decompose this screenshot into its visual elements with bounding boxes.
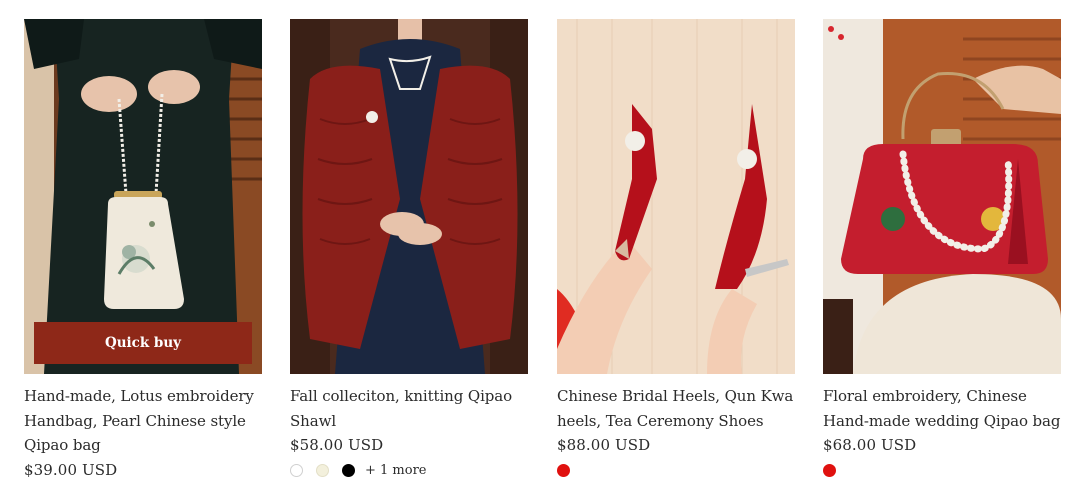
product-title[interactable]: Hand-made, Lotus embroidery Handbag, Pea… bbox=[24, 384, 262, 458]
product-price: $39.00 USD bbox=[24, 460, 118, 479]
product-card: Floral embroidery, Chinese Hand-made wed… bbox=[823, 19, 1061, 478]
product-title[interactable]: Floral embroidery, Chinese Hand-made wed… bbox=[823, 384, 1061, 433]
product-title[interactable]: Chinese Bridal Heels, Qun Kwa heels, Tea… bbox=[557, 384, 795, 433]
product-image bbox=[290, 19, 528, 374]
product-price: $58.00 USD bbox=[290, 436, 384, 454]
product-image-link[interactable] bbox=[290, 19, 528, 374]
product-image-link[interactable]: Quick buy bbox=[24, 19, 262, 374]
color-swatch-white[interactable] bbox=[290, 463, 303, 477]
more-colors-label[interactable]: + 1 more bbox=[365, 463, 427, 478]
product-card: Chinese Bridal Heels, Qun Kwa heels, Tea… bbox=[557, 19, 795, 478]
product-grid: Quick buy Hand-made, Lotus embroidery Ha… bbox=[24, 19, 1061, 479]
product-image-link[interactable] bbox=[823, 19, 1061, 374]
color-swatches: + 1 more bbox=[290, 462, 528, 478]
product-image bbox=[24, 19, 262, 374]
product-card: Fall colleciton, knitting Qipao Shawl $5… bbox=[290, 19, 528, 478]
color-swatch-red[interactable] bbox=[823, 463, 836, 477]
product-price: $68.00 USD bbox=[823, 436, 917, 454]
product-image-link[interactable] bbox=[557, 19, 795, 374]
color-swatch-cream[interactable] bbox=[316, 463, 329, 477]
product-price: $88.00 USD bbox=[557, 436, 651, 454]
product-image bbox=[823, 19, 1061, 374]
product-card: Quick buy Hand-made, Lotus embroidery Ha… bbox=[24, 19, 262, 482]
color-swatch-black[interactable] bbox=[342, 463, 355, 477]
product-image bbox=[557, 19, 795, 374]
color-swatches bbox=[823, 462, 1061, 478]
color-swatch-red[interactable] bbox=[557, 463, 570, 477]
quick-buy-button[interactable]: Quick buy bbox=[34, 322, 252, 364]
color-swatches bbox=[557, 462, 795, 478]
product-title[interactable]: Fall colleciton, knitting Qipao Shawl bbox=[290, 384, 528, 433]
